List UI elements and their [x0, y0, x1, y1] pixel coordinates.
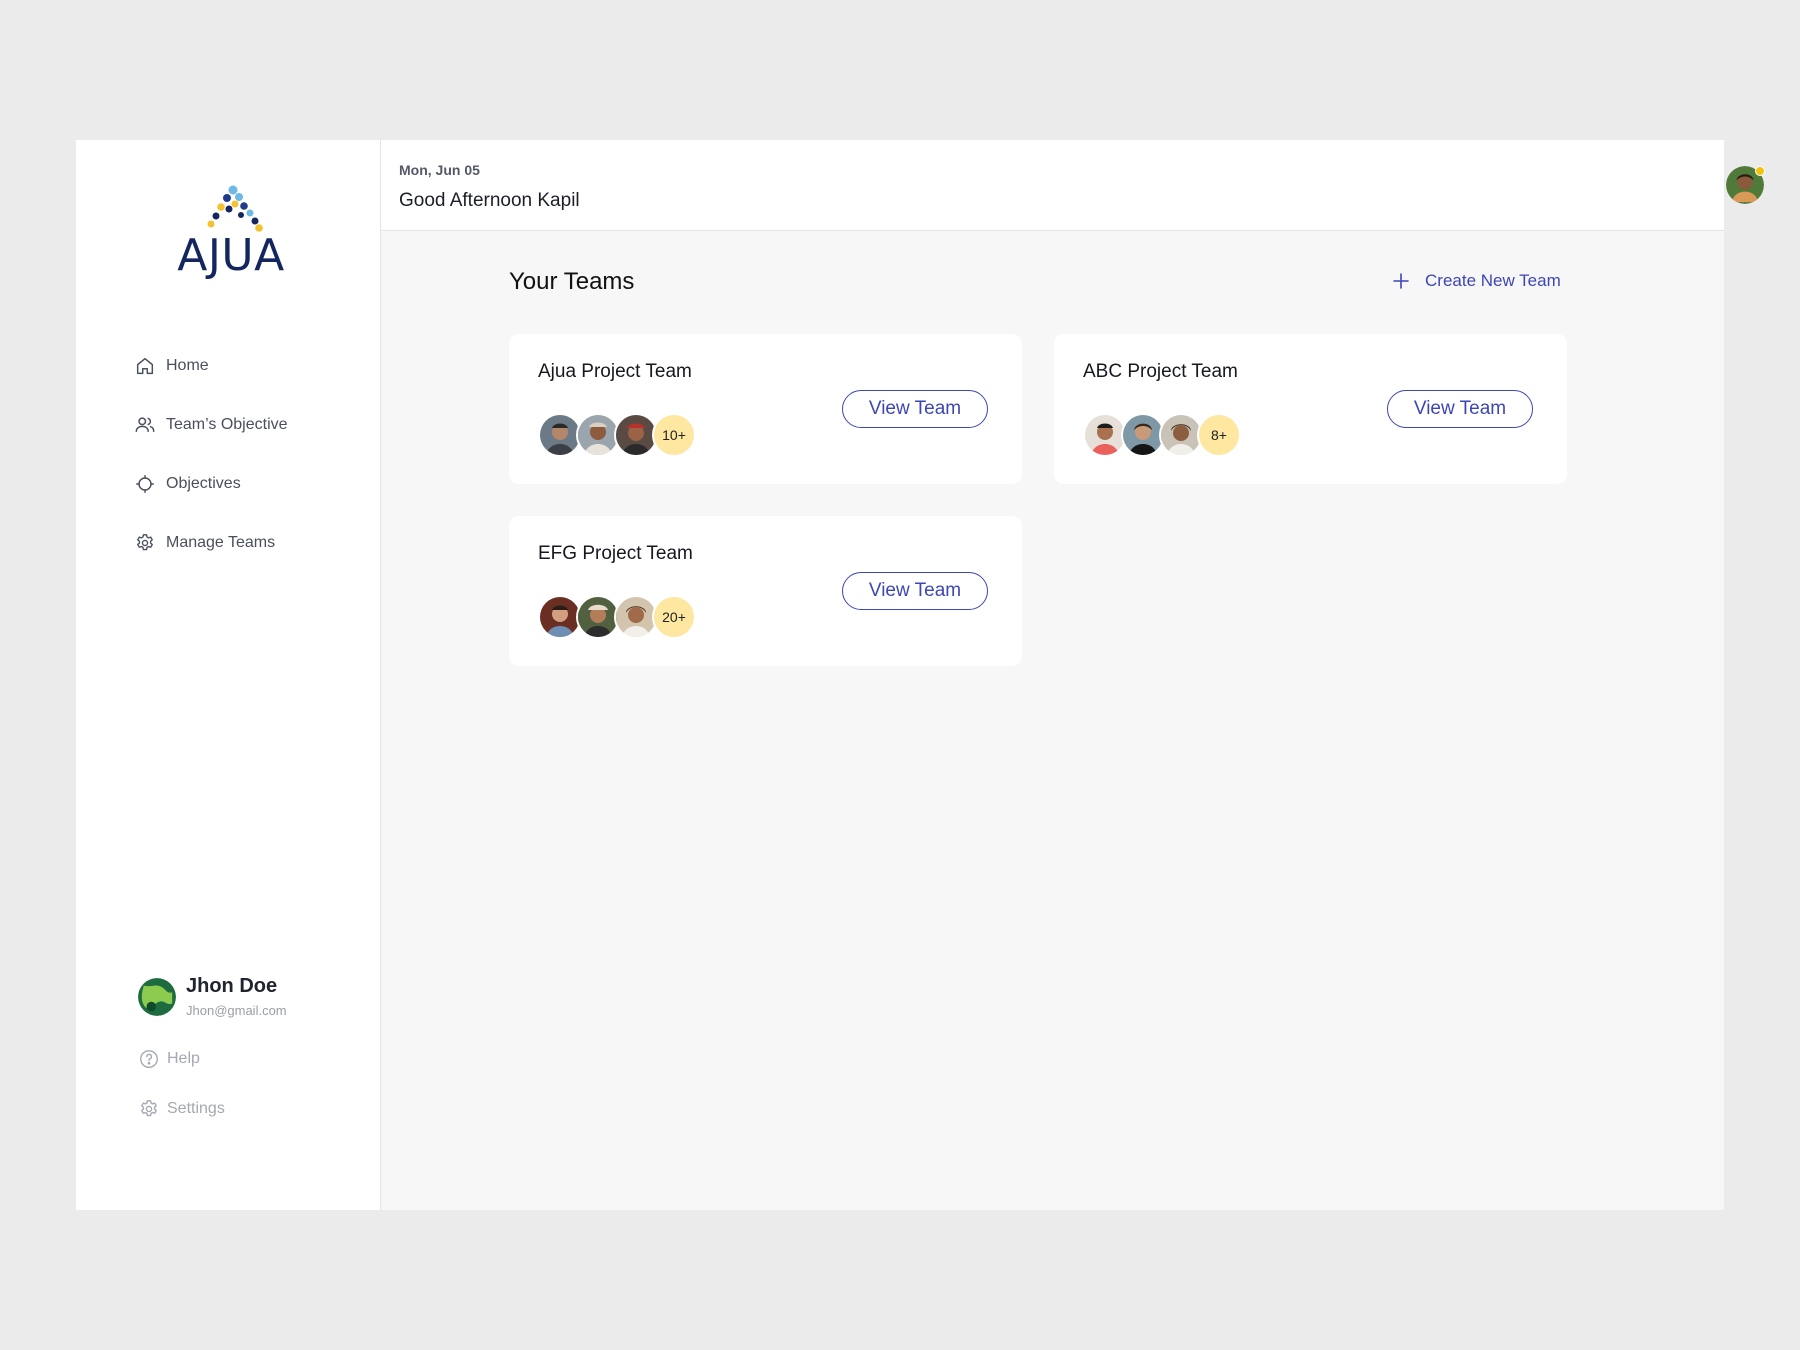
gear-icon: [134, 532, 156, 554]
crosshair-icon: [134, 473, 156, 495]
sidebar-item-objectives[interactable]: Objectives: [134, 472, 288, 496]
top-header: Mon, Jun 05 Good Afternoon Kapil: [381, 140, 1765, 231]
create-new-team-label: Create New Team: [1425, 271, 1561, 290]
member-avatars: 10+: [538, 413, 696, 457]
users-icon: [134, 414, 156, 436]
settings-label: Settings: [167, 1100, 225, 1117]
member-count-badge: 20+: [652, 595, 696, 639]
member-count-badge: 10+: [652, 413, 696, 457]
view-team-button[interactable]: View Team: [1387, 390, 1533, 428]
member-avatars: 8+: [1083, 413, 1241, 457]
plus-icon: [1393, 273, 1409, 289]
profile-text: Jhon Doe Jhon@gmail.com: [186, 975, 287, 1018]
sidebar-nav: Home Team’s Objective Objectives Manage …: [134, 354, 288, 590]
sidebar-item-label: Objectives: [166, 475, 241, 492]
team-card: EFG Project Team 20+ View Team: [509, 516, 1022, 666]
member-count-badge: 8+: [1197, 413, 1241, 457]
logo-text: AJUA: [177, 230, 285, 281]
avatar: [138, 977, 176, 1016]
page-title: Your Teams: [509, 268, 635, 295]
create-new-team-button[interactable]: Create New Team: [1391, 271, 1561, 291]
profile-email: Jhon@gmail.com: [186, 1003, 287, 1018]
online-status-dot: [1755, 166, 1765, 176]
team-card: Ajua Project Team 10+ View Team: [509, 334, 1022, 484]
settings-link[interactable]: Settings: [138, 1097, 225, 1121]
view-team-button[interactable]: View Team: [842, 390, 988, 428]
sidebar-item-manage-teams[interactable]: Manage Teams: [134, 531, 288, 555]
logo-mark-icon: [207, 185, 263, 232]
sidebar: AJUA Home Team’s Objective Objectives Ma…: [76, 140, 381, 1210]
sidebar-item-label: Home: [166, 357, 209, 374]
view-team-button[interactable]: View Team: [842, 572, 988, 610]
sidebar-bottom-links: Help Settings: [138, 1047, 225, 1147]
home-icon: [134, 355, 156, 377]
header-avatar[interactable]: [1726, 166, 1765, 204]
member-avatars: 20+: [538, 595, 696, 639]
team-name: Ajua Project Team: [538, 361, 692, 382]
team-name: ABC Project Team: [1083, 361, 1238, 382]
help-label: Help: [167, 1050, 200, 1067]
team-card: ABC Project Team 8+ View Team: [1054, 334, 1567, 484]
greeting-text: Good Afternoon Kapil: [399, 190, 580, 211]
sidebar-item-label: Manage Teams: [166, 534, 276, 551]
team-name: EFG Project Team: [538, 543, 693, 564]
app-window: AJUA Home Team’s Objective Objectives Ma…: [76, 140, 1765, 1210]
gear-icon: [141, 1100, 157, 1117]
help-link[interactable]: Help: [138, 1047, 225, 1071]
current-date: Mon, Jun 05: [399, 162, 480, 178]
profile-name: Jhon Doe: [186, 975, 278, 997]
ajua-logo[interactable]: AJUA: [171, 184, 291, 294]
user-profile[interactable]: Jhon Doe Jhon@gmail.com: [138, 975, 287, 1018]
sidebar-item-home[interactable]: Home: [134, 354, 288, 378]
help-icon: [140, 1050, 158, 1068]
sidebar-item-teams-objective[interactable]: Team’s Objective: [134, 413, 288, 437]
sidebar-item-label: Team’s Objective: [166, 416, 288, 433]
